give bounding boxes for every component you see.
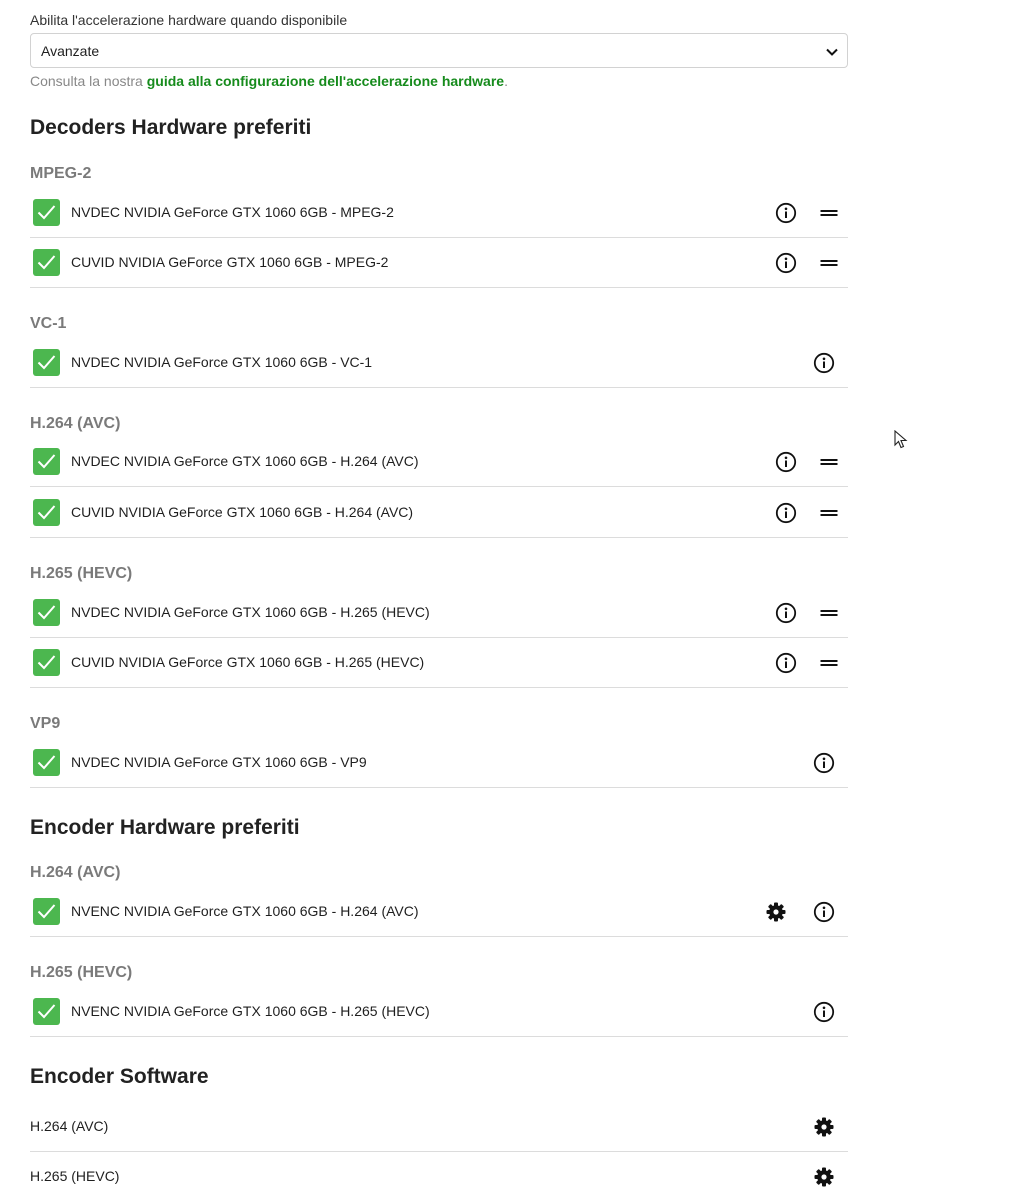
sw-encoder-row: H.264 (AVC) bbox=[30, 1102, 848, 1152]
drag-handle-icon[interactable] bbox=[818, 252, 840, 274]
mouse-cursor-icon bbox=[894, 430, 908, 449]
codec-group-title: H.265 (HEVC) bbox=[30, 565, 133, 582]
decoder-row: CUVID NVIDIA GeForce GTX 1060 6GB - H.26… bbox=[30, 638, 848, 688]
decoder-row: CUVID NVIDIA GeForce GTX 1060 6GB - H.26… bbox=[30, 488, 848, 538]
hw-accel-label: Abilita l'accelerazione hardware quando … bbox=[30, 12, 348, 28]
decoder-label: CUVID NVIDIA GeForce GTX 1060 6GB - H.26… bbox=[71, 504, 414, 520]
decoder-row: NVDEC NVIDIA GeForce GTX 1060 6GB - VP9 bbox=[30, 738, 848, 788]
chevron-down-icon bbox=[826, 48, 838, 56]
drag-handle-icon[interactable] bbox=[818, 652, 840, 674]
encoder-row: NVENC NVIDIA GeForce GTX 1060 6GB - H.26… bbox=[30, 887, 848, 937]
help-suffix: . bbox=[504, 73, 508, 89]
sw-encoder-row: H.265 (HEVC) bbox=[30, 1152, 848, 1188]
codec-group-title: VC-1 bbox=[30, 315, 67, 332]
decoder-row: NVDEC NVIDIA GeForce GTX 1060 6GB - H.26… bbox=[30, 588, 848, 638]
info-icon[interactable] bbox=[813, 1001, 835, 1023]
hw-accel-help: Consulta la nostra guida alla configuraz… bbox=[30, 73, 508, 89]
sw-encoder-label: H.265 (HEVC) bbox=[30, 1168, 120, 1184]
encoder-checkbox[interactable] bbox=[33, 898, 60, 925]
decoder-checkbox[interactable] bbox=[33, 649, 60, 676]
codec-group-title: MPEG-2 bbox=[30, 165, 92, 182]
decoder-label: NVDEC NVIDIA GeForce GTX 1060 6GB - H.26… bbox=[71, 604, 430, 620]
decoder-checkbox[interactable] bbox=[33, 749, 60, 776]
hw-accel-select[interactable]: Avanzate bbox=[30, 33, 848, 68]
info-icon[interactable] bbox=[775, 252, 797, 274]
decoder-label: NVDEC NVIDIA GeForce GTX 1060 6GB - VC-1 bbox=[71, 354, 373, 370]
hw-encoders-heading: Encoder Hardware preferiti bbox=[30, 816, 300, 839]
info-icon[interactable] bbox=[775, 502, 797, 524]
hw-accel-guide-link[interactable]: guida alla configurazione dell'acceleraz… bbox=[147, 73, 504, 89]
decoder-label: CUVID NVIDIA GeForce GTX 1060 6GB - H.26… bbox=[71, 654, 425, 670]
decoder-checkbox[interactable] bbox=[33, 448, 60, 475]
decoder-checkbox[interactable] bbox=[33, 499, 60, 526]
drag-handle-icon[interactable] bbox=[818, 202, 840, 224]
sw-encoder-label: H.264 (AVC) bbox=[30, 1118, 109, 1134]
decoder-row: NVDEC NVIDIA GeForce GTX 1060 6GB - MPEG… bbox=[30, 188, 848, 238]
gear-icon[interactable] bbox=[813, 1166, 835, 1188]
info-icon[interactable] bbox=[813, 752, 835, 774]
drag-handle-icon[interactable] bbox=[818, 451, 840, 473]
gear-icon[interactable] bbox=[765, 901, 787, 923]
drag-handle-icon[interactable] bbox=[818, 602, 840, 624]
encoder-label: NVENC NVIDIA GeForce GTX 1060 6GB - H.26… bbox=[71, 1003, 430, 1019]
drag-handle-icon[interactable] bbox=[818, 502, 840, 524]
decoder-row: NVDEC NVIDIA GeForce GTX 1060 6GB - VC-1 bbox=[30, 338, 848, 388]
info-icon[interactable] bbox=[813, 352, 835, 374]
decoder-label: NVDEC NVIDIA GeForce GTX 1060 6GB - MPEG… bbox=[71, 204, 394, 220]
decoder-checkbox[interactable] bbox=[33, 249, 60, 276]
help-prefix: Consulta la nostra bbox=[30, 73, 147, 89]
encoder-label: NVENC NVIDIA GeForce GTX 1060 6GB - H.26… bbox=[71, 903, 419, 919]
decoder-row: CUVID NVIDIA GeForce GTX 1060 6GB - MPEG… bbox=[30, 238, 848, 288]
decoder-row: NVDEC NVIDIA GeForce GTX 1060 6GB - H.26… bbox=[30, 437, 848, 487]
decoder-label: NVDEC NVIDIA GeForce GTX 1060 6GB - H.26… bbox=[71, 453, 419, 469]
codec-group-title: H.265 (HEVC) bbox=[30, 964, 133, 981]
decoder-checkbox[interactable] bbox=[33, 349, 60, 376]
decoder-label: NVDEC NVIDIA GeForce GTX 1060 6GB - VP9 bbox=[71, 754, 367, 770]
decoder-checkbox[interactable] bbox=[33, 199, 60, 226]
codec-group-title: H.264 (AVC) bbox=[30, 415, 121, 432]
sw-encoders-heading: Encoder Software bbox=[30, 1065, 209, 1088]
info-icon[interactable] bbox=[775, 652, 797, 674]
decoder-label: CUVID NVIDIA GeForce GTX 1060 6GB - MPEG… bbox=[71, 254, 389, 270]
info-icon[interactable] bbox=[775, 602, 797, 624]
info-icon[interactable] bbox=[813, 901, 835, 923]
info-icon[interactable] bbox=[775, 202, 797, 224]
info-icon[interactable] bbox=[775, 451, 797, 473]
gear-icon[interactable] bbox=[813, 1116, 835, 1138]
encoder-row: NVENC NVIDIA GeForce GTX 1060 6GB - H.26… bbox=[30, 987, 848, 1037]
decoders-heading: Decoders Hardware preferiti bbox=[30, 116, 312, 139]
codec-group-title: VP9 bbox=[30, 715, 61, 732]
encoder-checkbox[interactable] bbox=[33, 998, 60, 1025]
codec-group-title: H.264 (AVC) bbox=[30, 864, 121, 881]
hw-accel-selected-value: Avanzate bbox=[41, 43, 100, 59]
decoder-checkbox[interactable] bbox=[33, 599, 60, 626]
